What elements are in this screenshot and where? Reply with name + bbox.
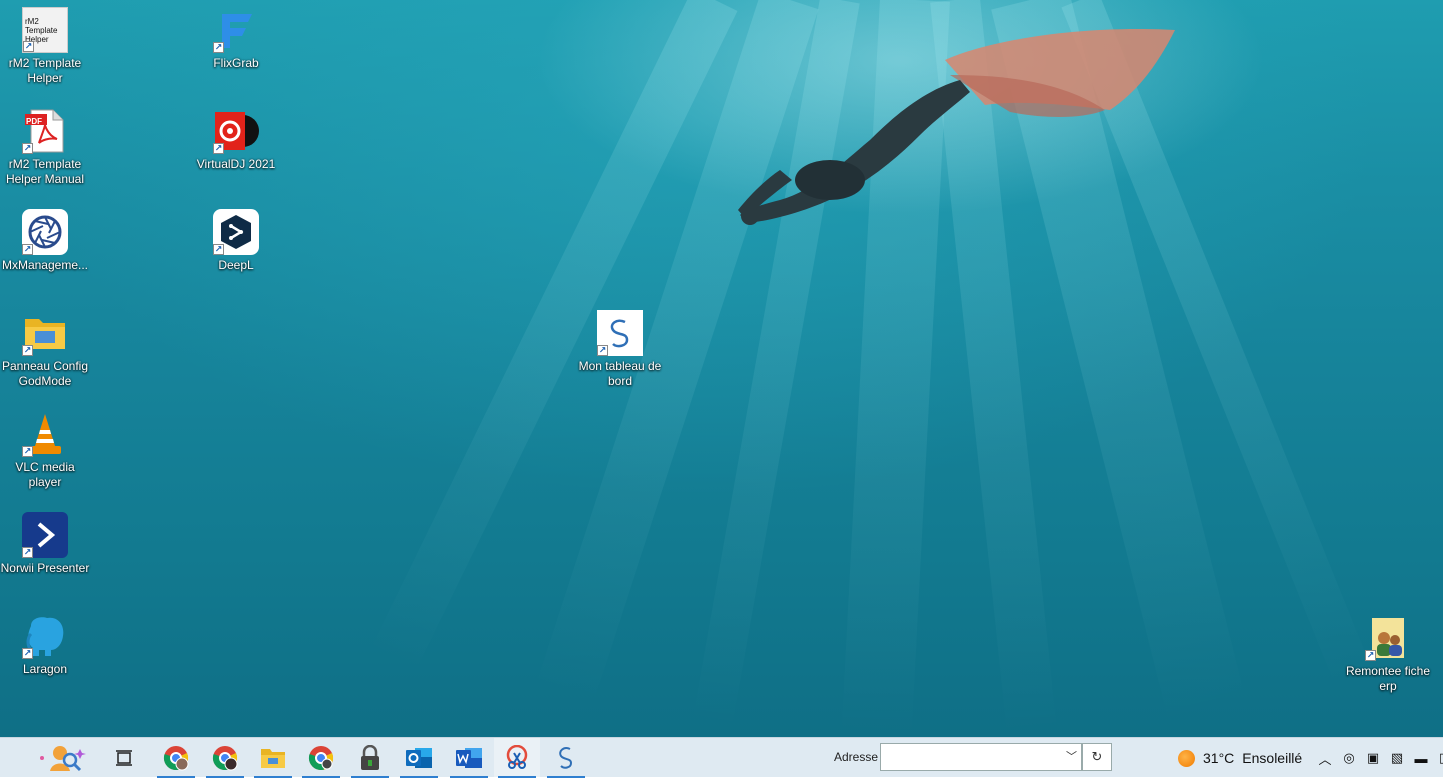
outlook-icon [406,748,432,768]
taskbar-keepass[interactable] [347,738,393,778]
diver-illustration [738,29,1175,225]
shortcut-arrow-icon: ↗ [1365,650,1376,661]
desktop-icon-mxmanagement[interactable]: ↗ MxManageme... [0,202,90,273]
icon-label: Norwii Presenter [0,561,90,575]
chevron-up-icon[interactable]: ︿ [1316,749,1334,768]
icon-label: MxManageme... [1,258,89,272]
taskbar-outlook[interactable] [396,738,442,778]
chevron-down-icon[interactable]: ﹀ [1066,748,1077,764]
tray-network-icon[interactable]: ◫ [1436,750,1443,766]
icon-label: Panneau Config GodMode [1,359,89,388]
icon-label: DeepL [218,258,254,272]
pdf-badge: PDF [26,117,42,126]
icon-label: VLC media player [15,460,75,489]
aperture-icon: ↗ [22,209,68,255]
desktop-icon-deepl[interactable]: ↗ DeepL [191,202,281,273]
task-view-button[interactable] [101,738,147,778]
desktop-icon-panneau-config-godmode[interactable]: ↗ Panneau Config GodMode [0,303,90,389]
desktop-icon-remontee-fiche-erp[interactable]: ↗ Remontee fiche erp [1343,608,1433,694]
desktop-icon-rm2-template-helper[interactable]: rM2 Template Helper ↗ rM2 Template Helpe… [0,0,90,86]
dashboard-swirl-icon: ↗ [597,310,643,356]
tray-screen-icon[interactable]: ▣ [1364,750,1382,766]
chrome-icon [308,746,334,771]
desktop-icon-rm2-template-helper-manual[interactable]: PDF ↗ rM2 Template Helper Manual [0,101,90,187]
elephant-icon: ↗ [22,613,68,659]
tray-device-icon[interactable]: ▬ [1412,751,1430,766]
folder-icon [261,749,285,768]
taskbar-dashboard[interactable] [543,738,589,778]
deepl-icon: ↗ [213,209,259,255]
scissors-icon [506,745,528,769]
weather-condition: Ensoleillé [1242,750,1303,766]
icon-label: rM2 Template Helper [8,56,82,85]
shortcut-arrow-icon: ↗ [23,41,34,52]
taskbar-chrome-1[interactable] [153,738,199,778]
desktop-icon-mon-tableau-de-bord[interactable]: ↗ Mon tableau de bord [575,303,665,389]
tray-image-icon[interactable]: ▧ [1388,750,1406,766]
shortcut-arrow-icon: ↗ [22,446,33,457]
virtualdj-icon: ↗ [213,108,259,154]
weather-widget[interactable]: 31°C Ensoleillé [1178,738,1302,778]
dashboard-swirl-icon [559,747,573,769]
sun-icon [1178,749,1195,767]
refresh-button[interactable]: ↻ [1082,743,1112,771]
taskbar-snipping-tool[interactable] [494,738,540,778]
users-folder-icon: ↗ [1365,615,1411,661]
folder-icon: ↗ [22,310,68,356]
thumbnail-text: rM2 Template Helper [25,16,58,44]
lock-icon [361,745,379,770]
desktop-icon-laragon[interactable]: ↗ Laragon [0,606,90,677]
icon-label: Laragon [22,662,68,676]
pdf-icon: PDF ↗ [22,108,68,154]
desktop-icon-norwii-presenter[interactable]: ↗ Norwii Presenter [0,505,90,576]
search-assistant-button[interactable] [20,738,100,778]
vlc-cone-icon: ↗ [22,411,68,457]
shortcut-arrow-icon: ↗ [597,345,608,356]
shortcut-arrow-icon: ↗ [213,244,224,255]
shortcut-arrow-icon: ↗ [22,143,33,154]
icon-label: FlixGrab [213,56,259,70]
search-assistant-icon [40,746,86,772]
template-thumbnail-icon: rM2 Template Helper ↗ [22,7,68,53]
taskbar: Adresse ﹀ ↻ 31°C Ensoleillé ︿ ◎ ▣ ▧ ▬ ◫ [0,737,1443,778]
flixgrab-icon: ↗ [213,7,259,53]
shortcut-arrow-icon: ↗ [22,648,33,659]
shortcut-arrow-icon: ↗ [213,143,224,154]
refresh-icon: ↻ [1091,749,1103,764]
shortcut-arrow-icon: ↗ [213,42,224,53]
desktop-icon-virtualdj[interactable]: ↗ VirtualDJ 2021 [191,101,281,172]
taskbar-file-explorer[interactable] [250,738,296,778]
icon-label: VirtualDJ 2021 [196,157,276,171]
word-icon [456,748,482,768]
address-label: Adresse [834,750,879,764]
icon-label: Mon tableau de bord [578,359,662,388]
shortcut-arrow-icon: ↗ [22,547,33,558]
icon-label: rM2 Template Helper Manual [5,157,85,186]
tray-app-icon[interactable]: ◎ [1340,750,1358,766]
weather-temp: 31°C [1203,750,1235,766]
desktop-icon-vlc[interactable]: ↗ VLC media player [0,404,90,490]
chrome-icon [212,746,238,771]
shortcut-arrow-icon: ↗ [22,345,33,356]
desktop-icon-flixgrab[interactable]: ↗ FlixGrab [191,0,281,71]
system-tray: ︿ ◎ ▣ ▧ ▬ ◫ [1316,738,1443,778]
task-view-icon [116,750,132,766]
taskbar-word[interactable] [446,738,492,778]
address-input[interactable]: ﹀ [880,743,1082,771]
chrome-icon [163,746,189,771]
shortcut-arrow-icon: ↗ [22,244,33,255]
chevron-right-icon: ↗ [22,512,68,558]
desktop: rM2 Template Helper ↗ rM2 Template Helpe… [0,0,1443,737]
taskbar-chrome-2[interactable] [202,738,248,778]
icon-label: Remontee fiche erp [1345,664,1431,693]
taskbar-chrome-3[interactable] [298,738,344,778]
